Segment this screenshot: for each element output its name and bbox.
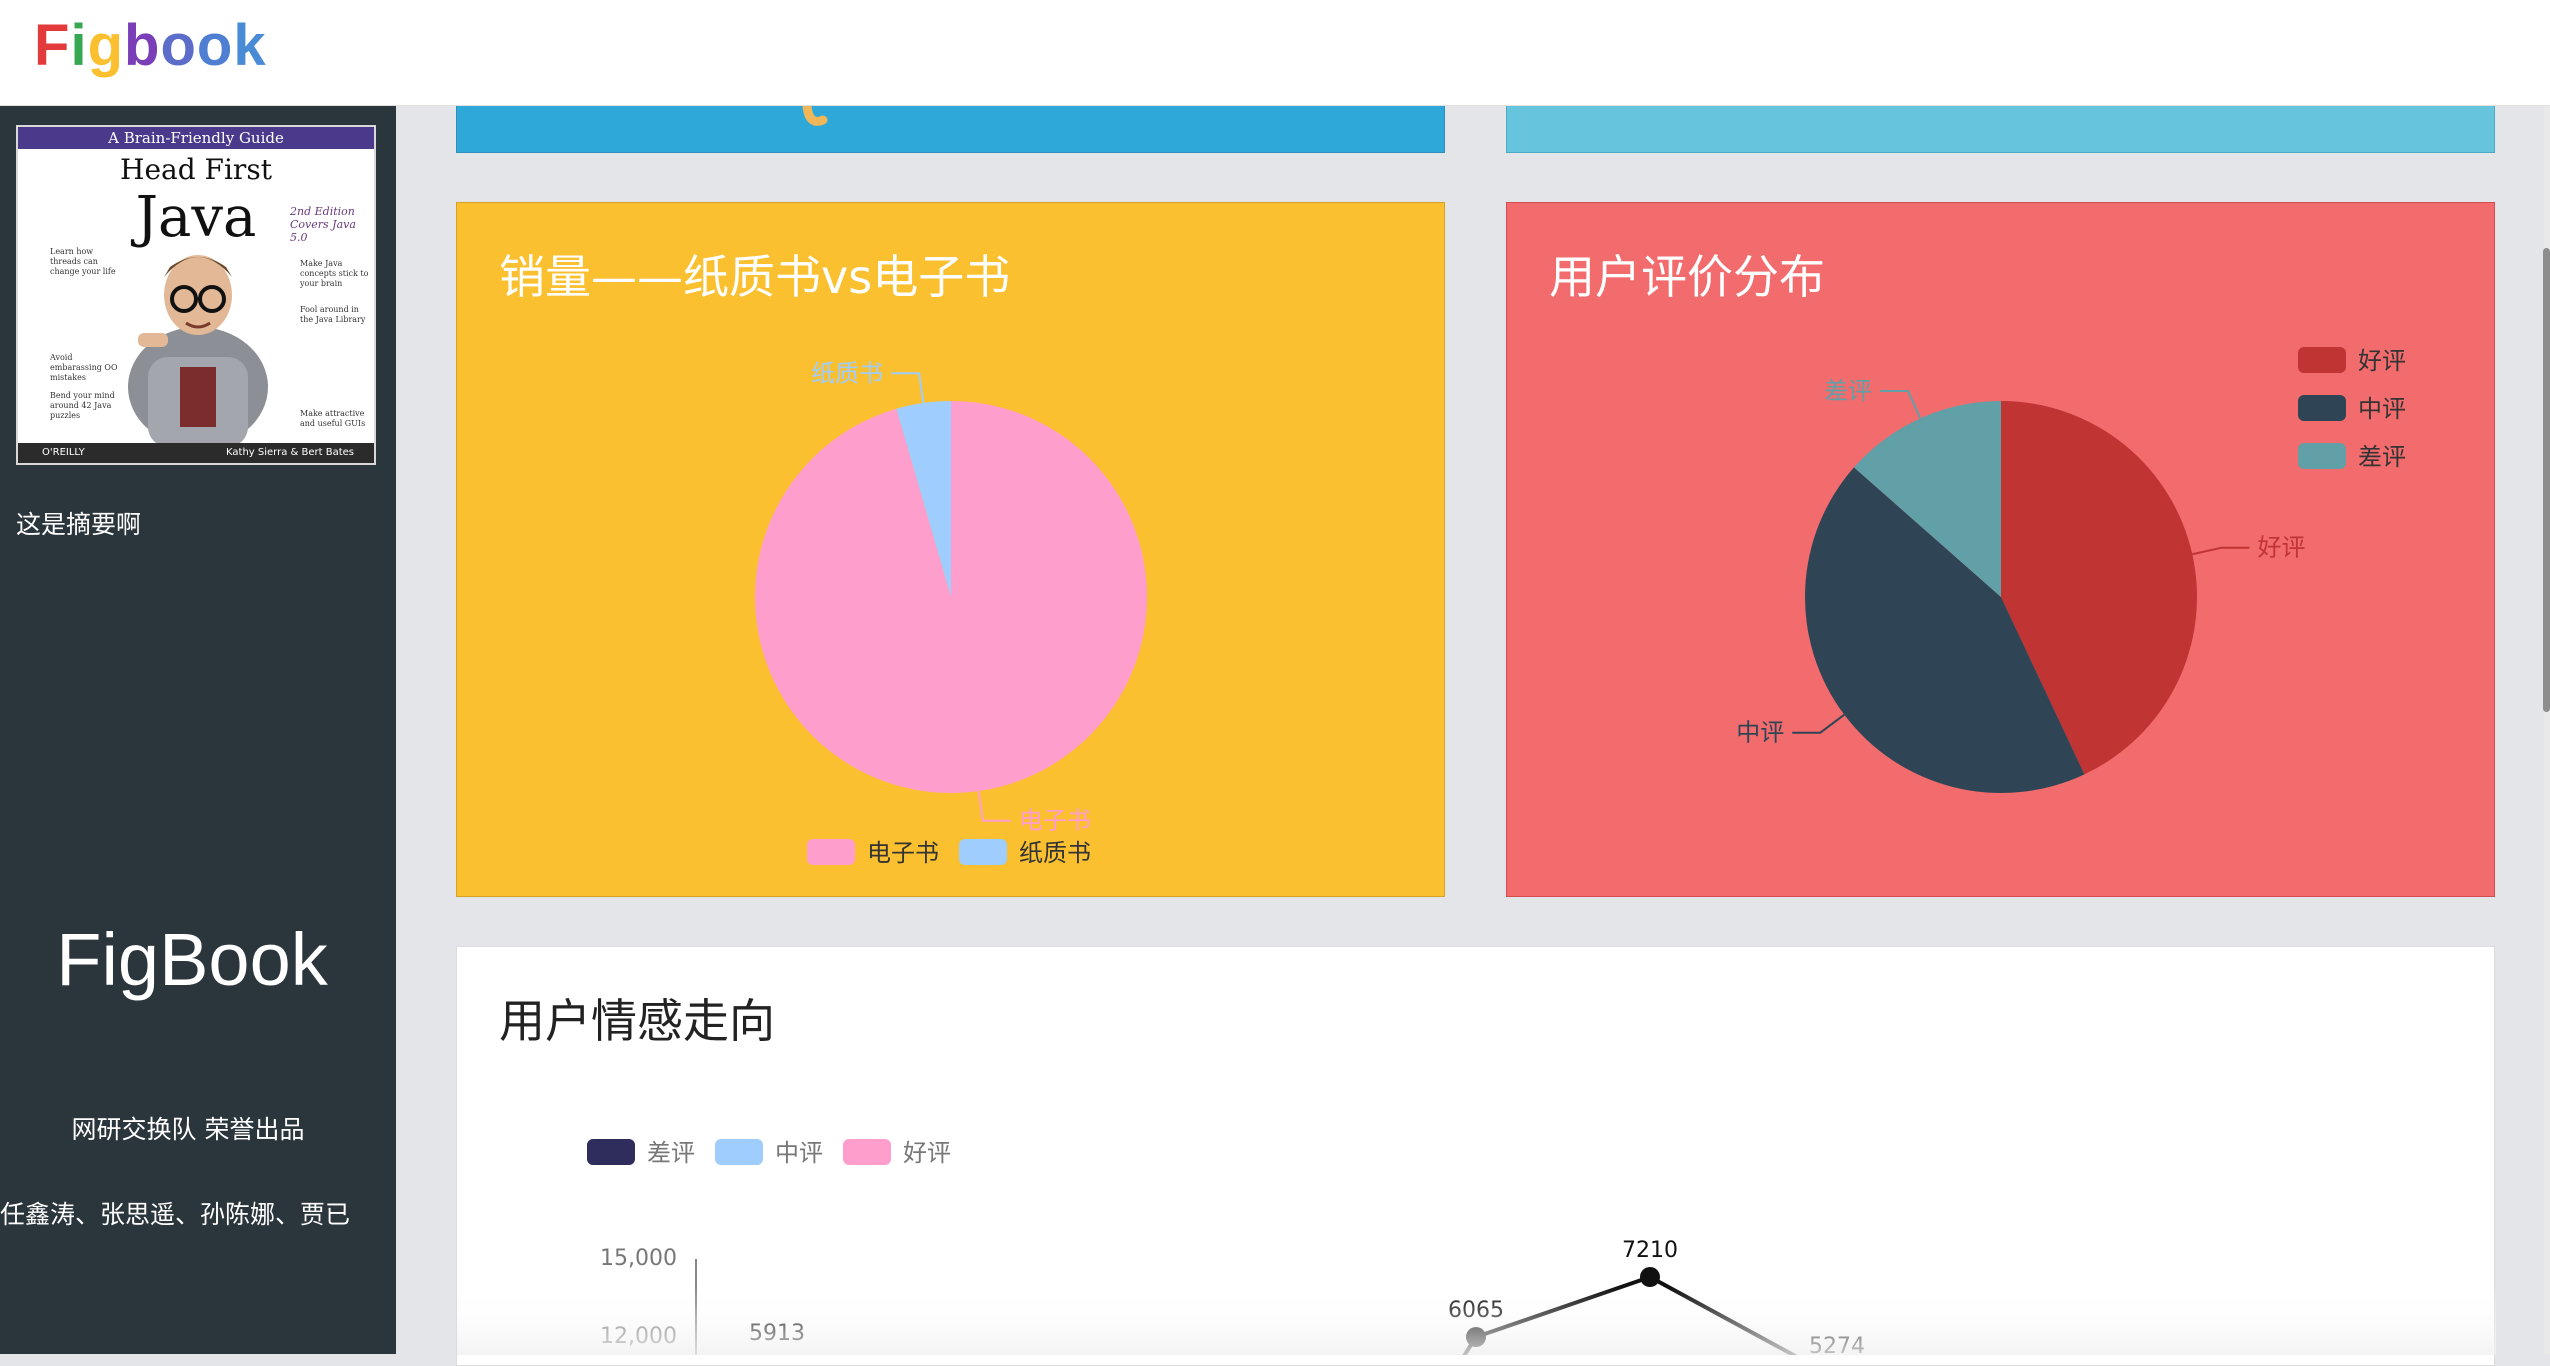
pie-label-line bbox=[891, 372, 925, 404]
brand-name: FigBook bbox=[56, 918, 328, 1001]
rating-pie-chart[interactable]: 好评中评差评好评中评差评 bbox=[1507, 203, 2496, 898]
legend-swatch[interactable] bbox=[843, 1139, 891, 1165]
legend-label[interactable]: 好评 bbox=[903, 1139, 951, 1167]
pie-label-line bbox=[977, 790, 1011, 822]
pie-label-line bbox=[1792, 713, 1845, 734]
y-tick-label: 15,000 bbox=[600, 1246, 677, 1271]
legend-label[interactable]: 纸质书 bbox=[1019, 839, 1091, 867]
cover-bottom-strip: O'REILLY Kathy Sierra & Bert Bates bbox=[18, 443, 374, 463]
legend-label[interactable]: 中评 bbox=[2358, 395, 2406, 423]
pie-label-line bbox=[2192, 546, 2250, 556]
legend-swatch[interactable] bbox=[2298, 347, 2346, 373]
figbook-logo[interactable]: Figbook bbox=[34, 12, 267, 79]
top-right-panel bbox=[1506, 105, 2495, 153]
logo-letter: i bbox=[70, 13, 88, 78]
emotion-line-chart[interactable]: 差评中评好评15,00012,0005913606572105274 bbox=[457, 947, 2496, 1355]
team-credit: 网研交换队 荣誉出品 bbox=[71, 1115, 305, 1144]
logo-letter: g bbox=[87, 13, 124, 78]
pie-label: 好评 bbox=[2258, 534, 2306, 562]
pie-label-line bbox=[1879, 390, 1922, 419]
pie-label: 电子书 bbox=[1019, 807, 1091, 835]
book-cover-image[interactable]: A Brain-Friendly Guide Head First Java 2… bbox=[16, 125, 376, 465]
logo-letter: o bbox=[160, 13, 197, 78]
cover-person-illustration bbox=[128, 255, 268, 445]
cover-authors: Kathy Sierra & Bert Bates bbox=[226, 447, 354, 458]
legend-swatch[interactable] bbox=[587, 1139, 635, 1165]
scrollbar-thumb[interactable] bbox=[2543, 248, 2550, 712]
cover-title-line1: Head First bbox=[120, 153, 272, 186]
cover-top-banner: A Brain-Friendly Guide bbox=[18, 127, 374, 149]
top-left-panel bbox=[456, 105, 1445, 153]
pie-label: 中评 bbox=[1736, 719, 1784, 747]
legend-label[interactable]: 差评 bbox=[2358, 443, 2406, 471]
sales-pie-chart[interactable]: 电子书纸质书电子书 纸质书 bbox=[457, 203, 1446, 898]
legend-swatch[interactable] bbox=[715, 1139, 763, 1165]
legend-swatch[interactable] bbox=[2298, 395, 2346, 421]
top-bar: Figbook bbox=[0, 0, 2550, 106]
pie-label: 纸质书 bbox=[811, 359, 883, 387]
logo-letter: b bbox=[124, 13, 161, 78]
legend-swatch[interactable] bbox=[2298, 443, 2346, 469]
logo-letter: o bbox=[196, 13, 234, 78]
book-summary: 这是摘要啊 bbox=[16, 510, 142, 539]
legend-label[interactable]: 差评 bbox=[647, 1139, 695, 1167]
logo-letter: F bbox=[34, 13, 71, 78]
bottom-fade bbox=[457, 1287, 2496, 1355]
partial-chart-glyph bbox=[802, 106, 828, 126]
pie-label: 差评 bbox=[1824, 377, 1872, 405]
sidebar: A Brain-Friendly Guide Head First Java 2… bbox=[0, 105, 396, 1354]
sales-panel: 销量——纸质书vs电子书 电子书 纸质书 电子书 纸质书 bbox=[456, 202, 1445, 897]
legend-label[interactable]: 好评 bbox=[2358, 347, 2406, 375]
team-members: 任鑫涛、张思遥、孙陈娜、贾已 bbox=[0, 1200, 351, 1229]
legend-swatch[interactable] bbox=[959, 839, 1007, 865]
legend-swatch[interactable] bbox=[807, 839, 855, 865]
cover-edition: 2nd Edition Covers Java 5.0 bbox=[290, 205, 356, 244]
cover-publisher: O'REILLY bbox=[42, 447, 85, 458]
logo-letter: k bbox=[233, 13, 267, 78]
data-point[interactable] bbox=[1640, 1267, 1660, 1287]
emotion-panel: 用户情感走向 差评中评好评15,00012,000591360657210527… bbox=[456, 946, 2496, 1366]
legend-label[interactable]: 中评 bbox=[775, 1139, 823, 1167]
legend-label[interactable]: 电子书 bbox=[867, 839, 939, 867]
data-label: 7210 bbox=[1622, 1238, 1678, 1263]
rating-panel: 用户评价分布 好评 中评 差评 好评 中评 差评 bbox=[1506, 202, 2495, 897]
